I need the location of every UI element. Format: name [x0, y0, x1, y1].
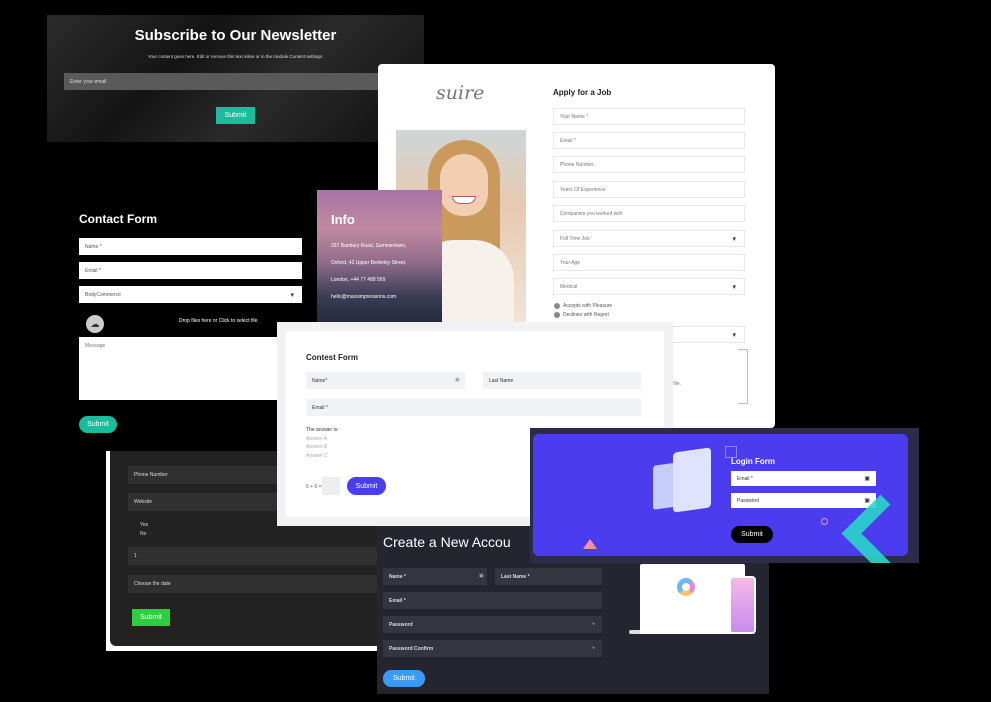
create-name-field[interactable]: Name *: [383, 568, 487, 585]
create-title: Create a New Accou: [383, 534, 511, 550]
contact-name-field[interactable]: Name *: [79, 238, 302, 255]
contact-message-field[interactable]: Message: [79, 337, 302, 400]
job-email-field[interactable]: Email *: [553, 132, 745, 149]
login-email-field[interactable]: Email * ▣: [731, 471, 876, 486]
newsletter-subtitle: Your content goes here. Edit or remove t…: [147, 54, 324, 59]
newsletter-card: Subscribe to Our Newsletter Your content…: [47, 15, 424, 142]
contest-submit-button[interactable]: Submit: [347, 477, 386, 495]
login-form-card: Login Form Email * ▣ Password ▣ Submit: [530, 428, 919, 563]
info-title: Info: [331, 212, 355, 227]
login-email-label: Email *: [737, 475, 753, 482]
job-form-title: Apply for a Job: [553, 88, 612, 97]
phone-illustration: [729, 576, 756, 634]
newsletter-title: Subscribe to Our Newsletter: [134, 27, 337, 44]
info-email[interactable]: hello@massimpressions.com: [331, 294, 396, 300]
photo-face: [440, 154, 488, 216]
radio-declines[interactable]: Declines with Regret: [554, 312, 609, 318]
newsletter-submit-button[interactable]: Submit: [216, 107, 255, 124]
brand-logo: suire: [436, 82, 485, 104]
id-card-icon: ▣: [864, 498, 870, 504]
contact-select[interactable]: BodyCommerce: [79, 286, 302, 303]
create-confirm-field[interactable]: Password Confirm: [383, 640, 602, 657]
radio-circle-icon: [554, 312, 560, 318]
create-submit-button[interactable]: Submit: [383, 670, 425, 687]
contest-email-field[interactable]: Email *: [306, 399, 641, 416]
dark-no-option[interactable]: No: [140, 531, 146, 537]
contact-drop-text[interactable]: Drop files here or Click to select file.: [179, 318, 259, 324]
info-line: Oxford, 42 Upper Berkeley Street,: [331, 260, 407, 266]
lock-icon: ●: [592, 645, 596, 651]
dark-number-field[interactable]: 1: [128, 547, 384, 565]
create-lastname-field[interactable]: Last Name *: [495, 568, 602, 585]
contest-title: Contest Form: [306, 353, 358, 362]
login-title: Login Form: [731, 457, 775, 466]
info-line: 267 Banbury Road, Summertown,: [331, 243, 407, 249]
job-experience-field[interactable]: Years Of Experience: [553, 181, 745, 198]
job-medical-select[interactable]: Medical: [553, 278, 745, 295]
id-card-icon: ▣: [479, 573, 484, 579]
login-submit-button[interactable]: Submit: [731, 526, 773, 543]
radio-accepts-label: Accepts with Pleasure: [563, 303, 613, 309]
lock-icon: ●: [592, 621, 596, 627]
contest-question: The answer is:: [306, 427, 339, 433]
contest-name-field[interactable]: Name*: [306, 372, 465, 389]
job-name-field[interactable]: Your Name *: [553, 108, 745, 125]
contest-captcha-label: 6 + 6 =: [306, 484, 322, 490]
create-password-field[interactable]: Password: [383, 616, 602, 633]
job-type-select[interactable]: Full Time Job: [553, 230, 745, 247]
contest-answer[interactable]: Answer C: [306, 453, 328, 459]
login-password-field[interactable]: Password ▣: [731, 493, 876, 508]
job-upload-border: [738, 349, 748, 404]
contact-submit-button[interactable]: Submit: [79, 416, 117, 433]
contest-lastname-field[interactable]: Last Name: [483, 372, 641, 389]
contest-answer[interactable]: Answer A: [306, 436, 327, 442]
newsletter-email-input[interactable]: Enter your email: [64, 73, 406, 90]
job-extra-select[interactable]: [668, 326, 745, 343]
contact-form-title: Contact Form: [79, 212, 157, 226]
contest-captcha-input[interactable]: [322, 477, 340, 495]
info-line: London, +44 77 488 569: [331, 277, 386, 283]
create-email-field[interactable]: Email *: [383, 592, 602, 609]
login-password-label: Password: [737, 497, 759, 504]
dark-date-field[interactable]: Choose the date: [128, 575, 384, 593]
job-phone-field[interactable]: Phone Number: [553, 156, 745, 173]
contact-email-field[interactable]: Email *: [79, 262, 302, 279]
id-card-icon: ▣: [864, 476, 870, 482]
cloud-upload-icon[interactable]: ☁: [86, 315, 104, 333]
device-illustration: [673, 447, 711, 513]
radio-declines-label: Declines with Regret: [563, 312, 609, 318]
job-companies-field[interactable]: Companies you worked with: [553, 205, 745, 222]
info-card: Info 267 Banbury Road, Summertown, Oxfor…: [317, 190, 442, 323]
radio-circle-icon: [554, 303, 560, 309]
dark-yes-option[interactable]: Yes: [140, 522, 148, 528]
radio-accepts[interactable]: Accepts with Pleasure: [554, 303, 612, 309]
donut-chart-icon: [677, 578, 695, 596]
dark-submit-button[interactable]: Submit: [132, 609, 170, 626]
triangle-decoration: [583, 539, 597, 549]
ring-decoration: [821, 518, 828, 525]
contest-answer[interactable]: Answer B: [306, 444, 327, 450]
id-card-icon: ▣: [455, 377, 460, 383]
login-panel: Login Form Email * ▣ Password ▣ Submit: [533, 434, 919, 563]
job-age-field[interactable]: Your Age: [553, 254, 745, 271]
